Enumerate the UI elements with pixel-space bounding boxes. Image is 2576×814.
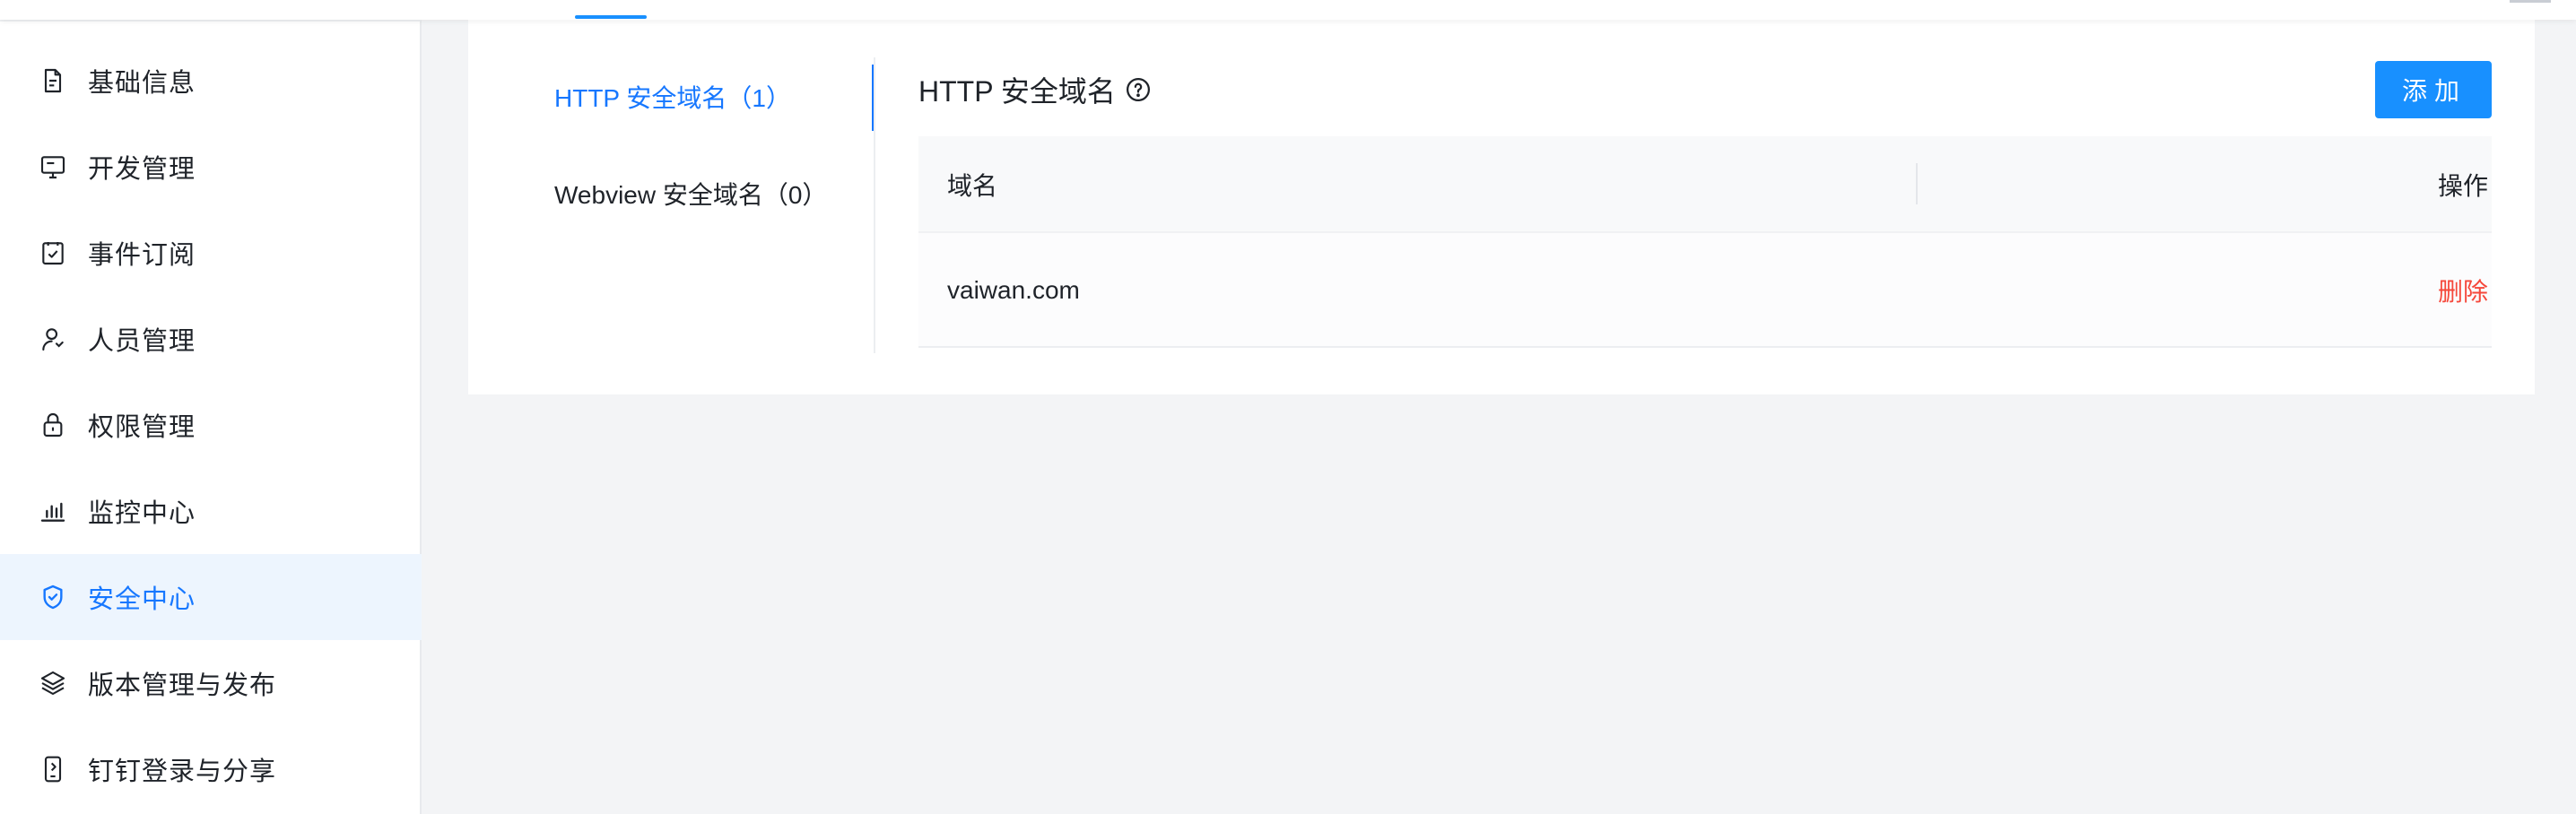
sidebar-item-permission-management[interactable]: 权限管理 [0,382,422,468]
document-icon [36,64,70,98]
add-button[interactable]: 添加 [2375,61,2492,118]
sidebar-item-version-release[interactable]: 版本管理与发布 [0,640,422,726]
monitor-icon [36,150,70,184]
tab-http-domains[interactable]: HTTP 安全域名（1） [468,61,875,133]
delete-link[interactable]: 删除 [2438,233,2488,348]
sidebar-item-dingtalk-login-share[interactable]: 钉钉登录与分享 [0,726,422,812]
table-header: 域名 操作 [918,136,2492,233]
sidebar-item-monitoring-center[interactable]: 监控中心 [0,468,422,554]
tab-label: Webview 安全域名（0） [554,181,828,209]
phone-share-icon [36,752,70,786]
sidebar-item-security-center[interactable]: 安全中心 [0,554,422,640]
lock-icon [36,408,70,442]
header-corner-control[interactable] [2510,0,2551,3]
top-header [0,0,2576,20]
domain-table: 域名 操作 vaiwan.com 删除 [918,136,2492,348]
domain-cell: vaiwan.com [947,276,1080,304]
sidebar-item-label: 安全中心 [88,585,196,614]
tab-divider [874,57,875,353]
sidebar-item-basic-info[interactable]: 基础信息 [0,38,422,124]
question-circle-icon[interactable] [1125,76,1152,103]
sidebar-item-label: 版本管理与发布 [88,671,277,700]
domain-type-tabs: HTTP 安全域名（1） Webview 安全域名（0） [468,57,875,353]
sidebar-item-event-subscription[interactable]: 事件订阅 [0,210,422,296]
table-row: vaiwan.com 删除 [918,233,2492,348]
sidebar-item-label: 人员管理 [88,327,196,356]
tab-webview-domains[interactable]: Webview 安全域名（0） [468,158,875,229]
sidebar: 基础信息 开发管理 事件订阅 人员管理 权限管理 监控中心 安全中心 版本管理与… [0,20,422,814]
user-icon [36,322,70,356]
column-header-domain: 域名 [947,172,998,200]
sidebar-item-dev-management[interactable]: 开发管理 [0,124,422,210]
sidebar-item-label: 监控中心 [88,499,196,528]
bar-chart-icon [36,494,70,528]
panel-title-text: HTTP 安全域名 [918,75,1116,108]
sidebar-item-label: 事件订阅 [88,241,196,270]
checklist-icon [36,236,70,270]
sidebar-item-label: 权限管理 [88,413,196,442]
sidebar-item-label: 钉钉登录与分享 [88,758,277,786]
active-tab-indicator [575,15,647,19]
sidebar-item-label: 开发管理 [88,155,196,184]
layers-icon [36,666,70,700]
column-separator [1916,163,1918,204]
tab-label: HTTP 安全域名（1） [554,84,791,112]
panel-title: HTTP 安全域名 [918,70,1152,109]
column-header-action: 操作 [2437,172,2488,200]
sidebar-item-member-management[interactable]: 人员管理 [0,296,422,382]
sidebar-item-label: 基础信息 [88,69,196,98]
shield-icon [36,580,70,614]
